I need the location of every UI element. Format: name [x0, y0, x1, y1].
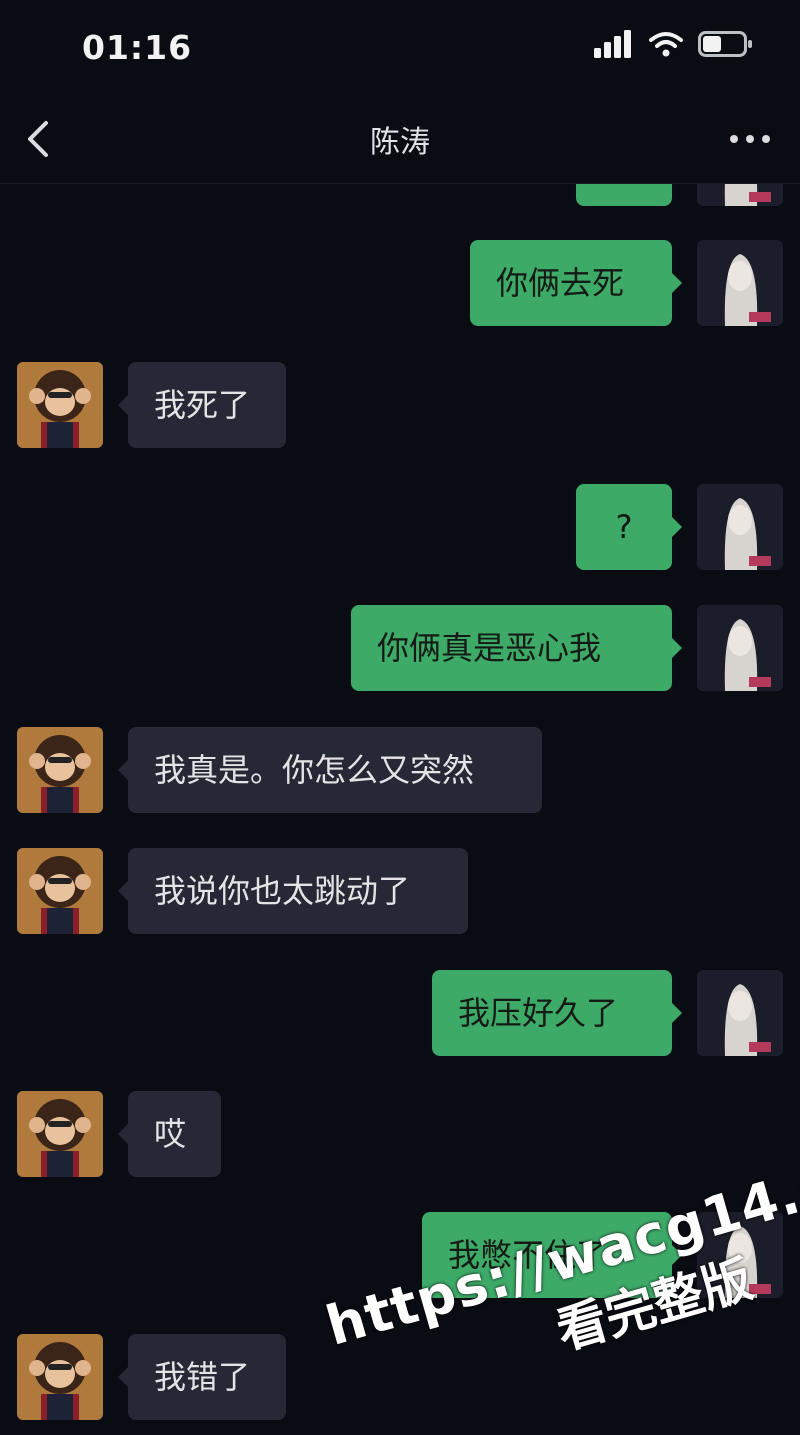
message-bubble[interactable]: ? — [576, 484, 682, 570]
message-bubble[interactable]: 你俩真是恶心我 — [351, 605, 682, 691]
message-bubble[interactable]: 我说你也太跳动了 — [118, 848, 468, 934]
status-time: 01:16 — [82, 28, 193, 67]
cellular-signal-icon — [594, 30, 631, 58]
partial-bubble — [576, 184, 672, 206]
avatar-me[interactable] — [697, 605, 783, 691]
message-bubble[interactable]: 我真是。你怎么又突然 — [118, 727, 542, 813]
message-bubble[interactable]: 我憋不住了 — [422, 1212, 682, 1298]
avatar-contact[interactable] — [17, 1091, 103, 1177]
avatar-me[interactable] — [697, 484, 783, 570]
status-bar: 01:16 — [0, 0, 800, 90]
avatar-contact[interactable] — [17, 1334, 103, 1420]
avatar-me[interactable] — [697, 1212, 783, 1298]
message-bubble[interactable]: 哎 — [118, 1091, 221, 1177]
status-icons — [594, 30, 754, 58]
wifi-icon — [649, 32, 683, 57]
battery-icon — [698, 31, 752, 57]
message-bubble[interactable]: 我错了 — [118, 1334, 286, 1420]
avatar-contact[interactable] — [17, 362, 103, 448]
avatar-contact[interactable] — [17, 848, 103, 934]
message-bubble[interactable]: 我压好久了 — [432, 970, 682, 1056]
avatar-me[interactable] — [697, 240, 783, 326]
message-list[interactable]: 你俩去死我死了? 你俩真是恶心我我真是。你怎么又突然 我说你也太跳动了我压好久了哎我… — [0, 184, 800, 1435]
message-bubble[interactable]: 你俩去死 — [470, 240, 682, 326]
chat-title: 陈涛 — [370, 125, 430, 160]
more-icon[interactable] — [728, 119, 772, 159]
avatar-me[interactable] — [697, 184, 783, 206]
avatar-me[interactable] — [697, 970, 783, 1056]
avatar-contact[interactable] — [17, 727, 103, 813]
chat-header: 陈涛 — [0, 95, 800, 184]
message-bubble[interactable]: 我死了 — [118, 362, 286, 448]
